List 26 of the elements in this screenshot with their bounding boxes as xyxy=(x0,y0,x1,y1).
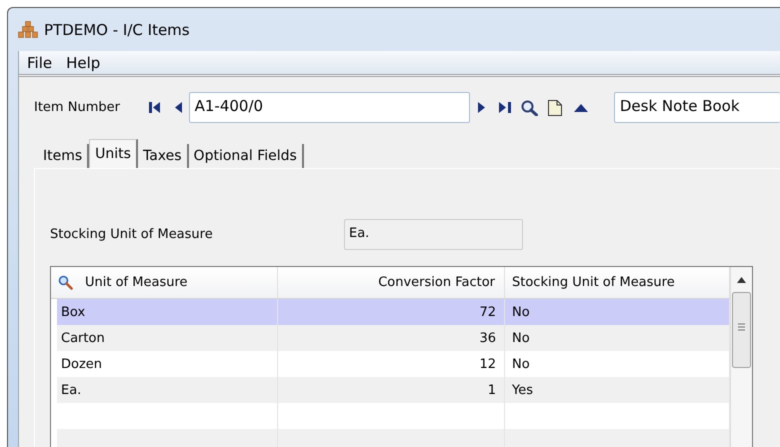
menu-item[interactable]: File xyxy=(23,52,56,72)
description-field[interactable]: Desk Note Book xyxy=(614,92,780,123)
item-number-field[interactable]: A1-400/0 xyxy=(188,92,470,123)
table-row[interactable]: Carton 36 No xyxy=(57,325,730,351)
collapse-icon[interactable] xyxy=(574,104,588,112)
next-record-icon[interactable] xyxy=(478,102,485,113)
field-label: Stocking Unit of Measure xyxy=(50,227,214,242)
search-icon[interactable] xyxy=(58,275,73,290)
scroll-thumb[interactable] xyxy=(732,292,751,368)
first-record-icon[interactable] xyxy=(149,102,162,113)
column-header[interactable]: Unit of Measure xyxy=(85,275,188,290)
field-label: Item Number xyxy=(34,100,121,115)
previous-record-icon[interactable] xyxy=(174,102,182,113)
tab[interactable]: Units xyxy=(89,139,138,168)
scroll-up-icon[interactable] xyxy=(737,277,746,283)
scrollbar[interactable] xyxy=(730,267,752,447)
window-title: PTDEMO - I/C Items xyxy=(44,20,190,38)
menu-item[interactable]: Help xyxy=(62,52,104,72)
table-row[interactable]: Ea. 1 Yes xyxy=(57,377,730,403)
last-record-icon[interactable] xyxy=(499,102,512,113)
table-row[interactable]: Box 72 No xyxy=(57,299,730,325)
new-document-icon[interactable] xyxy=(548,100,562,116)
column-header[interactable]: Conversion Factor xyxy=(278,267,505,298)
stocking-unit-field: Ea. xyxy=(344,219,523,250)
app-icon xyxy=(18,21,38,38)
search-icon[interactable] xyxy=(521,100,538,116)
